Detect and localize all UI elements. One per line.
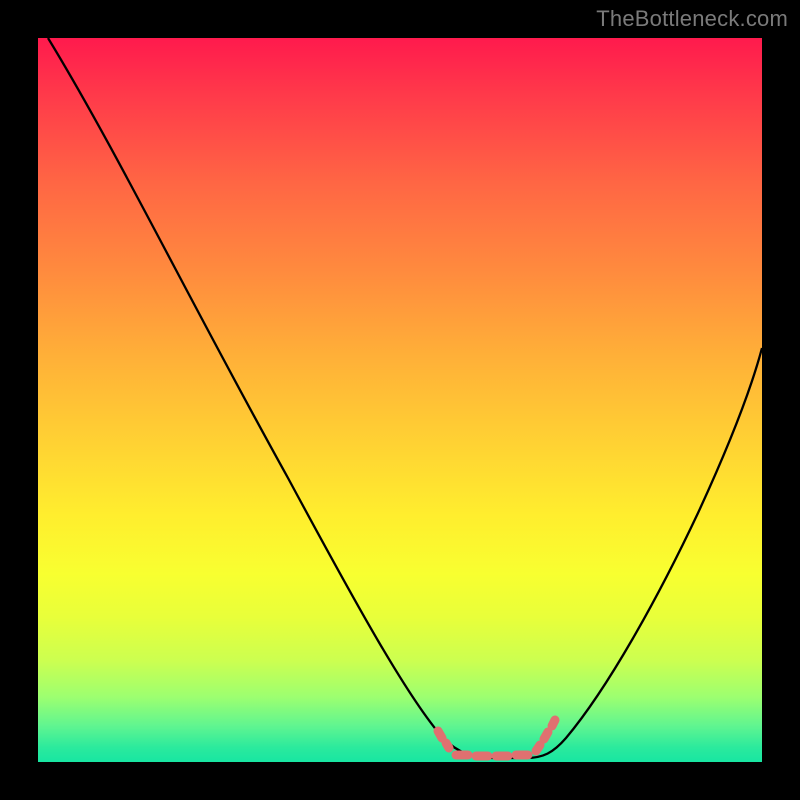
watermark-text: TheBottleneck.com — [596, 6, 788, 32]
bottleneck-curve — [38, 38, 762, 762]
chart-plot-area — [38, 38, 762, 762]
chart-frame: TheBottleneck.com — [0, 0, 800, 800]
curve-path — [48, 38, 762, 758]
flat-bottom-marker — [438, 720, 555, 756]
